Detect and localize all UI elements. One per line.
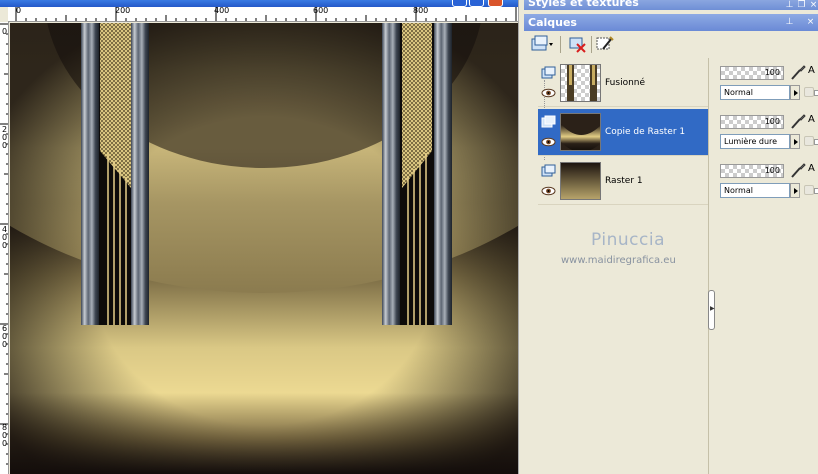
blend-mode-select[interactable]: Normal xyxy=(720,183,790,198)
truncated-label: A xyxy=(808,65,815,76)
close-button[interactable] xyxy=(488,0,503,7)
maximize-button[interactable] xyxy=(469,0,484,7)
delete-layer-button[interactable] xyxy=(568,35,588,54)
blend-mode-value: Normal xyxy=(724,88,753,97)
ruler-h-label: 400 xyxy=(214,7,230,15)
horizontal-ruler: 0 200 400 600 800 xyxy=(8,7,518,22)
layers-toolbar xyxy=(524,31,818,58)
layer-thumbnail xyxy=(560,113,601,151)
close-panel-icon[interactable]: × xyxy=(806,18,815,27)
brush-icon[interactable] xyxy=(790,65,806,81)
left-pillar xyxy=(81,23,149,325)
lock-icon[interactable] xyxy=(804,136,814,146)
watermark-name: Pinuccia xyxy=(591,230,665,250)
opacity-value: 100 xyxy=(764,166,780,175)
blend-mode-select[interactable]: Normal xyxy=(720,85,790,100)
truncated-label: A xyxy=(808,114,815,125)
opacity-slider[interactable]: 100 xyxy=(720,164,784,178)
eye-icon[interactable] xyxy=(541,88,556,98)
layer-name: Fusionné xyxy=(605,78,646,88)
ruler-h-label: 200 xyxy=(115,7,131,15)
styles-panel-title: Styles et textures xyxy=(528,0,639,9)
eye-icon[interactable] xyxy=(541,186,556,196)
panel-splitter[interactable] xyxy=(708,58,714,474)
layer-row-copie-de-raster-1[interactable]: Copie de Raster 1 xyxy=(538,109,708,156)
app-root: 0 200 400 600 800 0 2 0 0 4 0 0 6 0 0 8 … xyxy=(0,0,818,474)
layer-props-fusionne: 100 A Normal xyxy=(718,58,818,105)
link-checkbox[interactable] xyxy=(814,90,818,96)
vertical-ruler: 0 2 0 0 4 0 0 6 0 0 8 0 0 xyxy=(0,22,9,474)
pin-icon[interactable]: ⊥ xyxy=(785,1,794,10)
lock-icon[interactable] xyxy=(804,185,814,195)
opacity-slider[interactable]: 100 xyxy=(720,115,784,129)
truncated-label: A xyxy=(808,163,815,174)
styles-panel-titlebar[interactable]: Styles et textures ⊥ ❐ × xyxy=(524,0,818,10)
new-layer-icon xyxy=(531,35,553,51)
watermark-url: www.maidiregrafica.eu xyxy=(561,255,676,266)
layer-thumbnail xyxy=(560,162,601,200)
chevron-right-icon: ▶ xyxy=(710,305,715,312)
layer-properties-button[interactable] xyxy=(595,35,615,54)
blend-mode-value: Normal xyxy=(724,186,753,195)
lock-icon[interactable] xyxy=(804,87,814,97)
ruler-v-label: 6 0 0 xyxy=(1,324,8,349)
layer-name: Raster 1 xyxy=(605,176,643,186)
minimize-button[interactable] xyxy=(452,0,467,7)
ruler-v-label: 8 0 0 xyxy=(1,423,8,448)
pin-icon[interactable]: ⊥ xyxy=(785,18,794,27)
new-layer-button[interactable] xyxy=(530,35,554,54)
ruler-h-label: 0 xyxy=(16,7,22,15)
layers-panel-titlebar[interactable]: Calques ⊥ × xyxy=(524,14,818,31)
image-canvas[interactable] xyxy=(10,23,518,474)
blend-mode-arrow[interactable] xyxy=(790,85,800,100)
right-pillar xyxy=(382,23,452,325)
ruler-v-label: 0 xyxy=(1,27,8,36)
layers-list: Fusionné Copie de Raster 1 Raster 1 xyxy=(538,60,708,210)
toolbar-separator xyxy=(560,36,561,53)
layer-name: Copie de Raster 1 xyxy=(605,127,686,137)
layer-type-icon xyxy=(541,164,556,177)
layers-body: Fusionné Copie de Raster 1 Raster 1 Pinu… xyxy=(524,58,818,474)
layer-row-raster-1[interactable]: Raster 1 xyxy=(538,158,708,205)
restore-icon[interactable]: ❐ xyxy=(797,1,806,10)
image-window-titlebar[interactable] xyxy=(0,0,518,7)
close-panel-icon[interactable]: × xyxy=(809,1,818,10)
opacity-value: 100 xyxy=(764,117,780,126)
layer-type-icon xyxy=(541,115,556,128)
link-checkbox[interactable] xyxy=(814,188,818,194)
layer-type-icon xyxy=(541,66,556,79)
ruler-v-label: 4 0 0 xyxy=(1,225,8,250)
ruler-ticks-h xyxy=(15,7,517,21)
opacity-slider[interactable]: 100 xyxy=(720,66,784,80)
brush-icon[interactable] xyxy=(790,163,806,179)
ruler-h-label: 600 xyxy=(313,7,329,15)
image-window: 0 200 400 600 800 0 2 0 0 4 0 0 6 0 0 8 … xyxy=(0,0,518,474)
layers-panel-title: Calques xyxy=(528,16,577,29)
blend-mode-value: Lumière dure xyxy=(724,137,778,146)
blend-mode-arrow[interactable] xyxy=(790,134,800,149)
link-checkbox[interactable] xyxy=(814,139,818,145)
layer-props-raster-1: 100 A Normal xyxy=(718,156,818,203)
ruler-v-label: 2 0 0 xyxy=(1,125,8,150)
layer-thumbnail xyxy=(560,64,601,102)
toolbar-separator xyxy=(591,36,592,53)
canvas-artwork xyxy=(10,23,518,474)
layer-properties-icon xyxy=(596,36,614,50)
eye-icon[interactable] xyxy=(541,137,556,147)
splitter-grip[interactable]: ▶ xyxy=(708,290,715,330)
layer-row-fusionne[interactable]: Fusionné xyxy=(538,60,708,107)
delete-layer-icon xyxy=(569,37,586,53)
blend-mode-arrow[interactable] xyxy=(790,183,800,198)
blend-mode-select[interactable]: Lumière dure xyxy=(720,134,790,149)
ruler-h-label: 800 xyxy=(413,7,429,15)
layer-props-copie-de-raster-1: 100 A Lumière dure xyxy=(718,107,818,154)
brush-icon[interactable] xyxy=(790,114,806,130)
opacity-value: 100 xyxy=(764,68,780,77)
